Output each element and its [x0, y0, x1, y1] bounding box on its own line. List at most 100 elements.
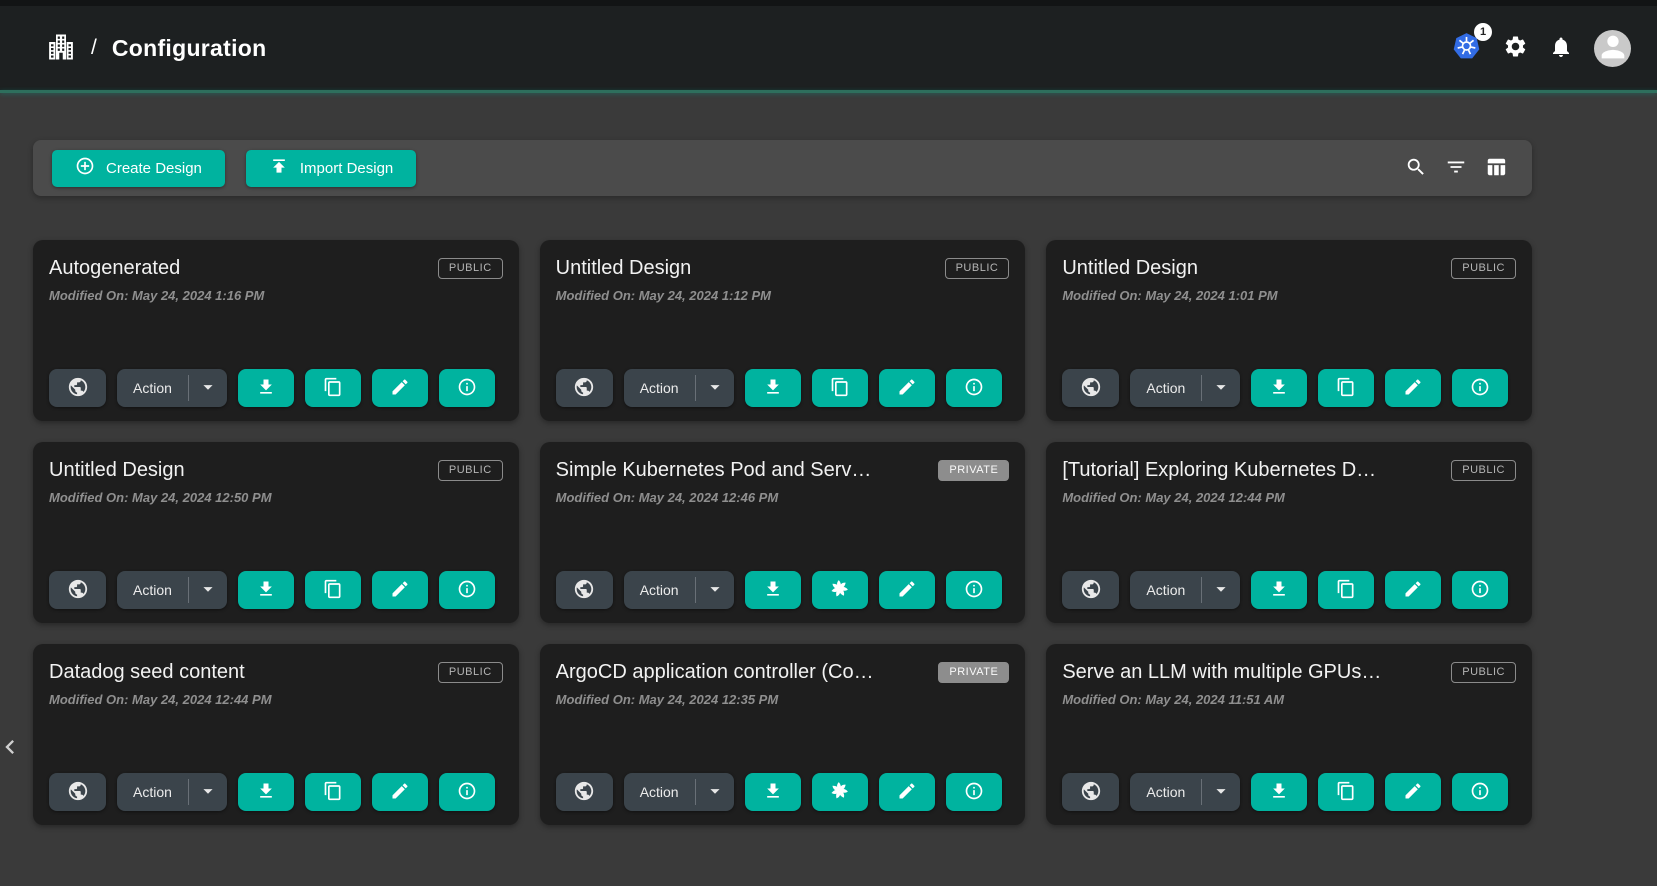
edit-button[interactable]	[372, 369, 428, 407]
organization-button[interactable]	[46, 32, 76, 65]
info-button[interactable]	[1452, 571, 1508, 609]
action-dropdown-toggle[interactable]	[1202, 369, 1240, 407]
visibility-globe-button[interactable]	[49, 773, 106, 811]
design-card-header: Serve an LLM with multiple GPUs… PUBLIC	[1062, 660, 1516, 684]
search-icon	[1405, 156, 1427, 181]
visibility-badge: PRIVATE	[938, 460, 1009, 481]
spiral-button[interactable]	[812, 571, 868, 609]
spiral-button[interactable]	[812, 773, 868, 811]
info-button[interactable]	[1452, 369, 1508, 407]
design-card-actions: Action	[49, 369, 503, 407]
action-button-label: Action	[1146, 380, 1185, 396]
visibility-globe-button[interactable]	[1062, 773, 1119, 811]
download-button[interactable]	[1251, 571, 1307, 609]
action-dropdown-toggle[interactable]	[696, 369, 734, 407]
edit-button[interactable]	[879, 369, 935, 407]
filter-icon	[1445, 156, 1467, 181]
collapse-drawer-button[interactable]	[0, 733, 24, 764]
edit-button[interactable]	[1385, 369, 1441, 407]
download-icon	[1269, 377, 1289, 400]
design-card-actions: Action	[49, 571, 503, 609]
action-dropdown-toggle[interactable]	[696, 571, 734, 609]
visibility-globe-button[interactable]	[49, 571, 106, 609]
download-button[interactable]	[1251, 773, 1307, 811]
filter-button[interactable]	[1445, 156, 1467, 181]
clone-button[interactable]	[812, 369, 868, 407]
info-button[interactable]	[439, 369, 495, 407]
edit-button[interactable]	[372, 571, 428, 609]
info-button[interactable]	[1452, 773, 1508, 811]
action-button[interactable]: Action	[624, 773, 695, 811]
action-button[interactable]: Action	[117, 369, 188, 407]
clone-button[interactable]	[305, 773, 361, 811]
visibility-badge: PRIVATE	[938, 662, 1009, 683]
info-button[interactable]	[946, 369, 1002, 407]
download-button[interactable]	[1251, 369, 1307, 407]
clone-button[interactable]	[305, 369, 361, 407]
visibility-globe-button[interactable]	[49, 369, 106, 407]
visibility-globe-button[interactable]	[556, 773, 613, 811]
kubernetes-context-button[interactable]: 1	[1451, 31, 1482, 65]
import-design-button[interactable]: Import Design	[246, 150, 416, 187]
edit-button[interactable]	[1385, 571, 1441, 609]
action-button[interactable]: Action	[1130, 571, 1201, 609]
pencil-icon	[1403, 781, 1423, 804]
design-title: Untitled Design	[49, 458, 185, 482]
download-button[interactable]	[745, 369, 801, 407]
clone-button[interactable]	[1318, 369, 1374, 407]
visibility-globe-button[interactable]	[556, 369, 613, 407]
caret-down-icon	[1210, 780, 1232, 805]
info-button[interactable]	[946, 571, 1002, 609]
action-dropdown-toggle[interactable]	[189, 773, 227, 811]
action-button-label: Action	[1146, 784, 1185, 800]
action-button[interactable]: Action	[624, 571, 695, 609]
edit-button[interactable]	[372, 773, 428, 811]
info-button[interactable]	[439, 571, 495, 609]
clone-button[interactable]	[1318, 773, 1374, 811]
info-icon	[1470, 377, 1490, 400]
designs-toolbar: Create Design Import Design	[33, 140, 1532, 196]
globe-icon	[573, 376, 595, 401]
download-button[interactable]	[238, 369, 294, 407]
clone-button[interactable]	[1318, 571, 1374, 609]
info-icon	[457, 781, 477, 804]
modified-on-text: Modified On: May 24, 2024 12:44 PM	[1062, 490, 1516, 505]
download-button[interactable]	[745, 773, 801, 811]
modified-on-text: Modified On: May 24, 2024 1:12 PM	[556, 288, 1010, 303]
edit-button[interactable]	[1385, 773, 1441, 811]
visibility-globe-button[interactable]	[1062, 571, 1119, 609]
visibility-badge: PUBLIC	[438, 460, 503, 481]
create-design-button[interactable]: Create Design	[52, 150, 225, 187]
info-button[interactable]	[439, 773, 495, 811]
table-view-button[interactable]	[1485, 156, 1507, 181]
download-button[interactable]	[238, 571, 294, 609]
modified-on-text: Modified On: May 24, 2024 1:16 PM	[49, 288, 503, 303]
action-dropdown-toggle[interactable]	[696, 773, 734, 811]
edit-button[interactable]	[879, 773, 935, 811]
visibility-globe-button[interactable]	[556, 571, 613, 609]
action-dropdown-toggle[interactable]	[189, 571, 227, 609]
clone-button[interactable]	[305, 571, 361, 609]
download-button[interactable]	[745, 571, 801, 609]
edit-button[interactable]	[879, 571, 935, 609]
action-button[interactable]: Action	[117, 571, 188, 609]
user-avatar[interactable]	[1594, 30, 1631, 67]
settings-button[interactable]	[1503, 34, 1528, 62]
action-button[interactable]: Action	[117, 773, 188, 811]
download-button[interactable]	[238, 773, 294, 811]
info-button[interactable]	[946, 773, 1002, 811]
action-dropdown-toggle[interactable]	[189, 369, 227, 407]
action-button[interactable]: Action	[1130, 369, 1201, 407]
copy-icon	[323, 781, 343, 804]
notifications-button[interactable]	[1549, 35, 1573, 62]
visibility-globe-button[interactable]	[1062, 369, 1119, 407]
download-icon	[1269, 781, 1289, 804]
globe-icon	[1080, 780, 1102, 805]
action-dropdown-toggle[interactable]	[1202, 773, 1240, 811]
action-button[interactable]: Action	[1130, 773, 1201, 811]
search-button[interactable]	[1405, 156, 1427, 181]
modified-on-text: Modified On: May 24, 2024 12:50 PM	[49, 490, 503, 505]
action-dropdown-toggle[interactable]	[1202, 571, 1240, 609]
action-button[interactable]: Action	[624, 369, 695, 407]
pencil-icon	[1403, 377, 1423, 400]
